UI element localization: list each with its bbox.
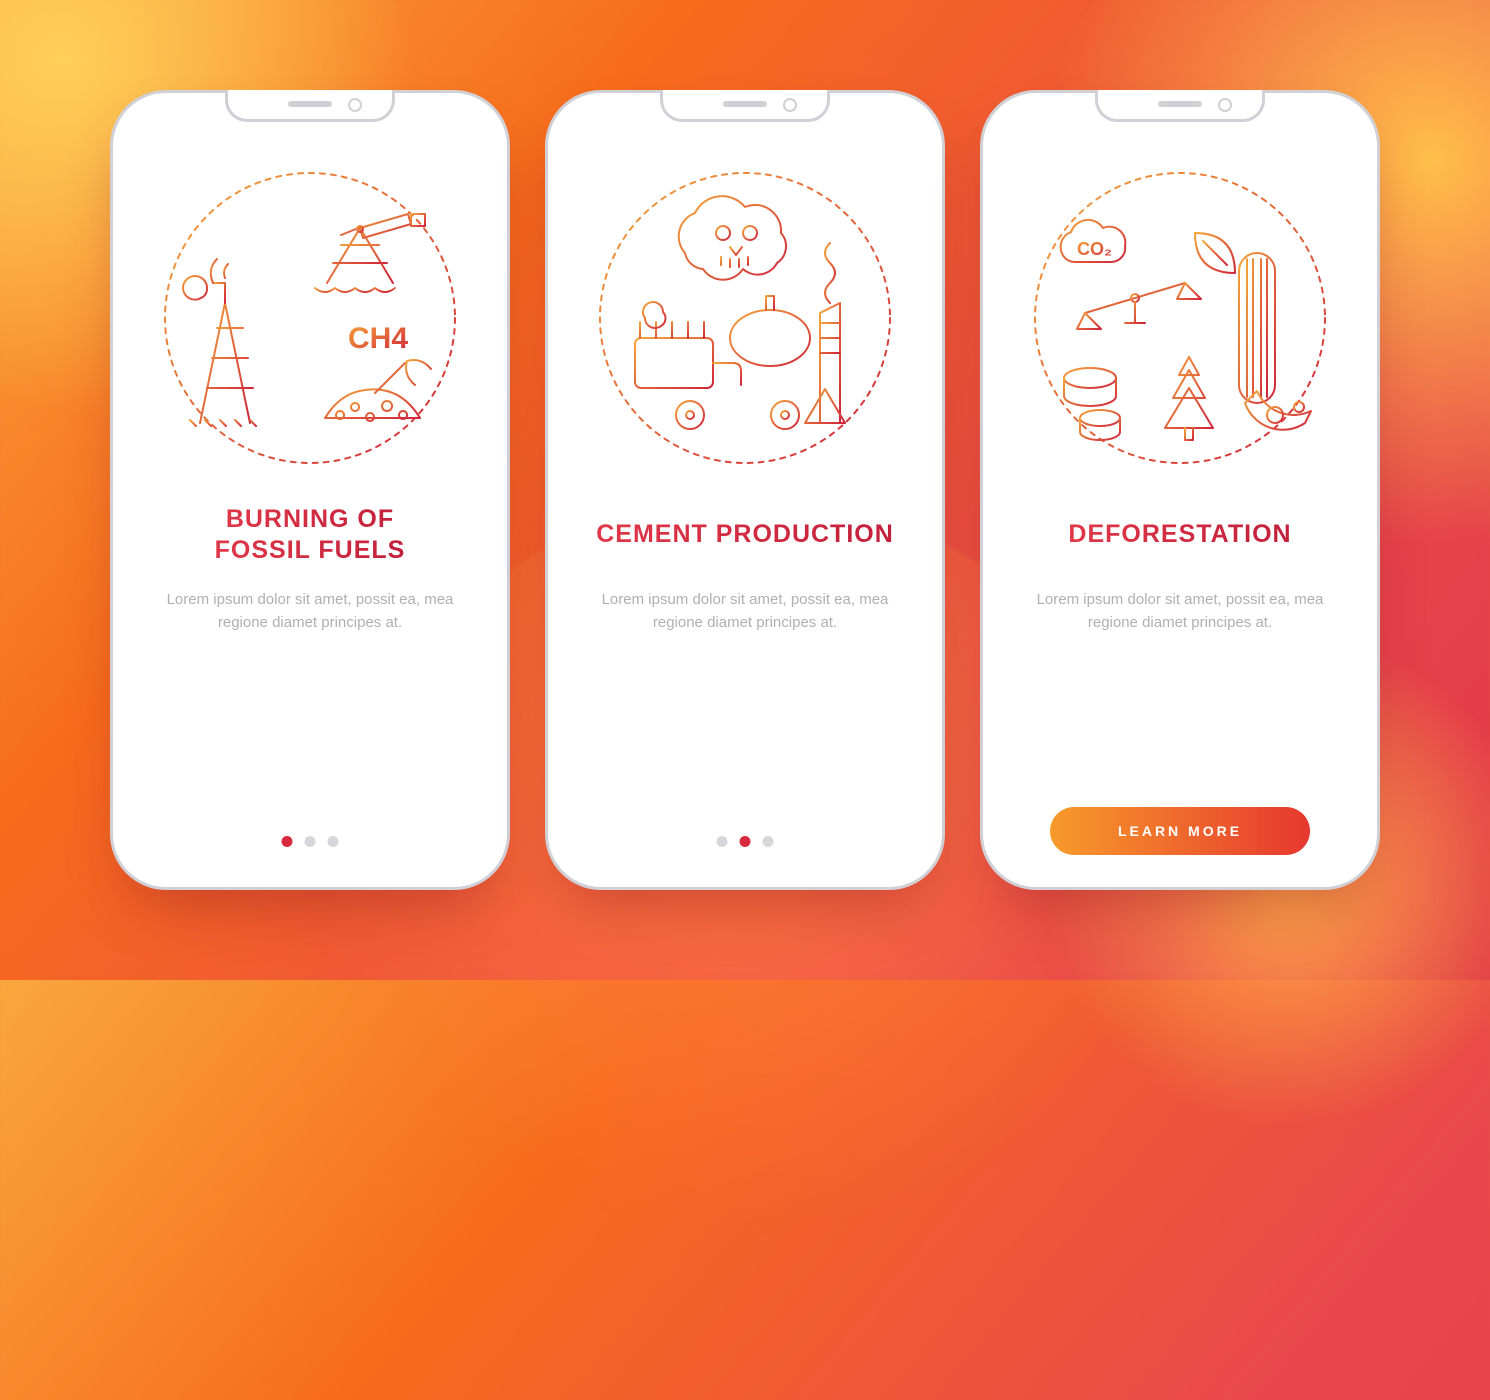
phone-mockup: CEMENT PRODUCTION Lorem ipsum dolor sit …: [545, 90, 945, 890]
page-dot[interactable]: [305, 836, 316, 847]
phone-notch: [1095, 90, 1265, 122]
screen-body: Lorem ipsum dolor sit amet, possit ea, m…: [595, 589, 895, 634]
page-dot[interactable]: [740, 836, 751, 847]
phone-notch: [225, 90, 395, 122]
screen-title: BURNING OF FOSSIL FUELS: [215, 503, 406, 567]
deforestation-illustration: CO₂: [1025, 163, 1335, 473]
cement-production-illustration: [590, 163, 900, 473]
page-dot[interactable]: [717, 836, 728, 847]
page-dot[interactable]: [282, 836, 293, 847]
screen-body: Lorem ipsum dolor sit amet, possit ea, m…: [1030, 589, 1330, 634]
phone-notch: [660, 90, 830, 122]
phone-mockup: CO₂: [980, 90, 1380, 890]
screen-title: CEMENT PRODUCTION: [596, 503, 894, 567]
screen-body: Lorem ipsum dolor sit amet, possit ea, m…: [160, 589, 460, 634]
page-dots: [282, 836, 339, 847]
ch4-label: CH4: [348, 322, 408, 355]
fossil-fuels-illustration: CH4: [155, 163, 465, 473]
page-dot[interactable]: [328, 836, 339, 847]
page-dots: [717, 836, 774, 847]
onboarding-stage: CH4 BURNING OF FOSSIL FUELS Lorem ipsum …: [0, 0, 1490, 980]
learn-more-button[interactable]: LEARN MORE: [1050, 807, 1310, 855]
phone-mockup: CH4 BURNING OF FOSSIL FUELS Lorem ipsum …: [110, 90, 510, 890]
screen-title: DEFORESTATION: [1068, 503, 1291, 567]
page-dot[interactable]: [763, 836, 774, 847]
co2-label: CO₂: [1077, 239, 1112, 259]
